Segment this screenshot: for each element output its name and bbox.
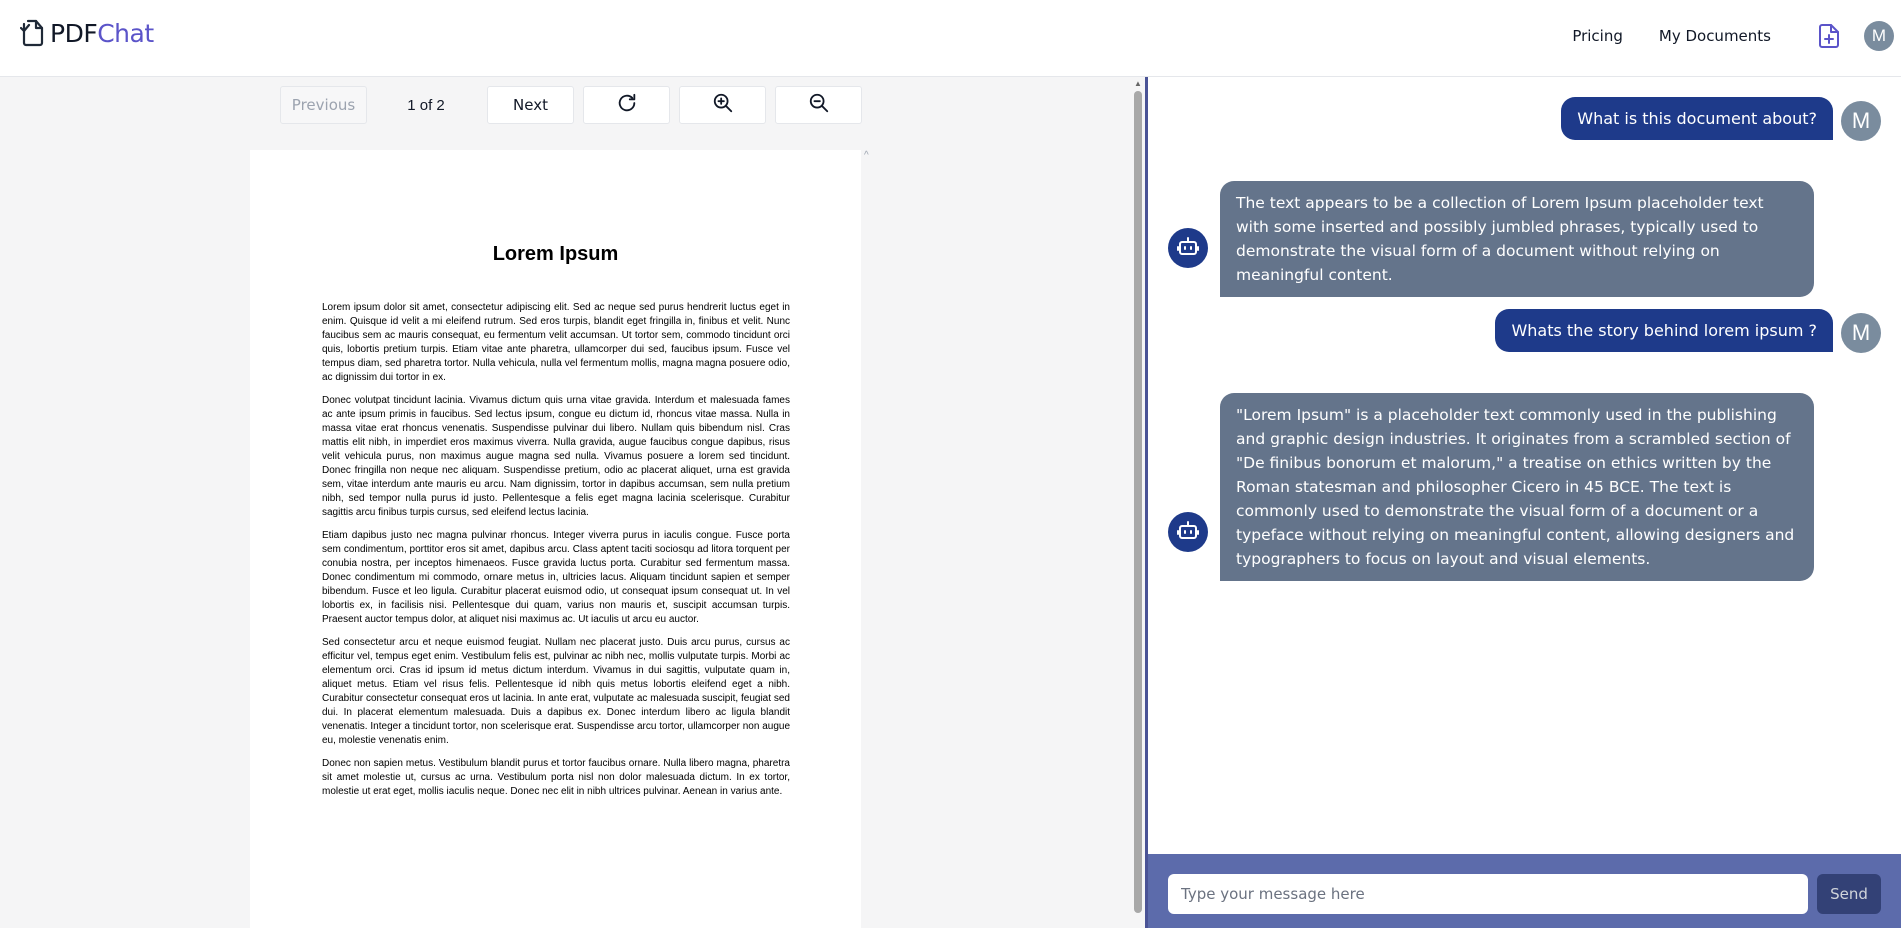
robot-icon [1176, 518, 1200, 547]
user-avatar[interactable]: M [1864, 21, 1894, 51]
chevron-up-icon[interactable]: ^ [864, 150, 869, 161]
bot-avatar [1168, 228, 1208, 268]
message-input[interactable] [1168, 874, 1808, 914]
bot-avatar [1168, 512, 1208, 552]
send-button[interactable]: Send [1817, 874, 1881, 914]
chat-panel: What is this document about? M The text … [1148, 77, 1901, 854]
document-paragraph: Lorem ipsum dolor sit amet, consectetur … [322, 302, 790, 383]
document-paragraph: Etiam dapibus justo nec magna pulvinar r… [322, 530, 790, 625]
rotate-icon [616, 92, 638, 118]
scrollbar-thumb[interactable] [1134, 91, 1142, 913]
pdf-viewer-panel: Previous 1 of 2 Next Lorem Ipsum Lorem i… [0, 77, 1145, 928]
nav-pricing[interactable]: Pricing [1572, 27, 1623, 45]
nav-my-documents[interactable]: My Documents [1659, 27, 1771, 45]
chat-input-bar: Send [1148, 854, 1901, 928]
logo-prefix: PDF [50, 18, 98, 48]
user-message-avatar: M [1841, 101, 1881, 141]
bot-message-bubble: "Lorem Ipsum" is a placeholder text comm… [1220, 393, 1814, 581]
logo[interactable]: PDFChat [19, 18, 154, 48]
bot-message-bubble: The text appears to be a collection of L… [1220, 181, 1814, 297]
file-plus-icon[interactable] [1816, 22, 1842, 50]
document-check-icon [19, 18, 46, 48]
next-page-button[interactable]: Next [487, 86, 574, 124]
document-paragraph: Donec non sapien metus. Vestibulum bland… [322, 758, 790, 797]
top-header: PDFChat Pricing My Documents M [0, 0, 1901, 77]
logo-accent: Chat [97, 18, 154, 48]
rotate-button[interactable] [583, 86, 670, 124]
previous-page-button[interactable]: Previous [280, 86, 367, 124]
document-paragraph: Donec volutpat tincidunt lacinia. Vivamu… [322, 395, 790, 518]
zoom-in-button[interactable] [679, 86, 766, 124]
logo-text: PDFChat [50, 19, 154, 48]
robot-icon [1176, 234, 1200, 263]
document-title: Lorem Ipsum [492, 243, 619, 265]
pdf-page: Lorem Ipsum Lorem ipsum dolor sit amet, … [250, 150, 861, 928]
pdf-toolbar: Previous 1 of 2 Next [280, 86, 871, 124]
page-indicator: 1 of 2 [407, 96, 445, 114]
user-message-bubble: What is this document about? [1561, 97, 1833, 140]
top-nav: Pricing My Documents M [1572, 20, 1901, 52]
pdf-scrollbar[interactable]: ▲ [1131, 77, 1145, 928]
scroll-up-arrow-icon[interactable]: ▲ [1134, 79, 1142, 88]
document-body: Lorem ipsum dolor sit amet, consectetur … [322, 301, 790, 808]
user-message-bubble: Whats the story behind lorem ipsum ? [1495, 309, 1833, 352]
document-paragraph: Sed consectetur arcu et neque euismod fe… [322, 637, 790, 746]
zoom-out-icon [808, 92, 830, 118]
user-message-avatar: M [1841, 313, 1881, 353]
zoom-out-button[interactable] [775, 86, 862, 124]
zoom-in-icon [712, 92, 734, 118]
